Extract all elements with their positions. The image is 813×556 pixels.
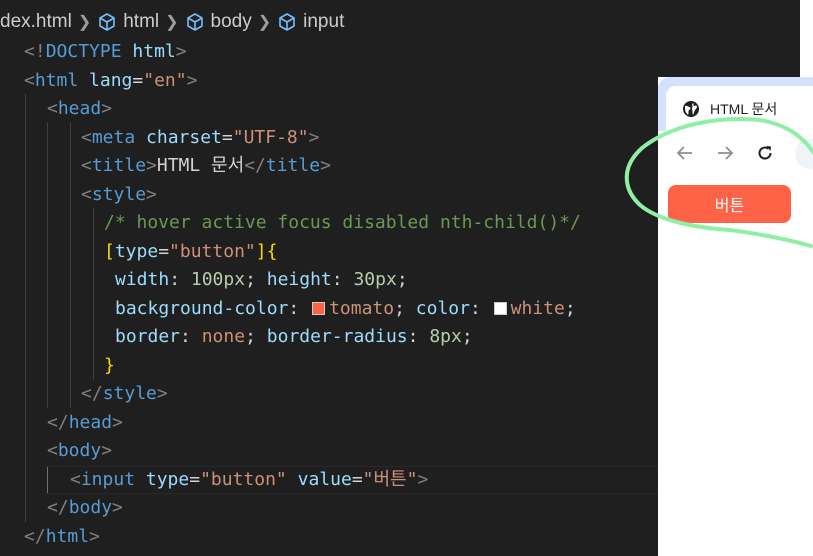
page-viewport: 버튼: [658, 175, 813, 556]
code-line[interactable]: /* hover active focus disabled nth-child…: [104, 209, 581, 237]
code-line[interactable]: <input type="button" value="버튼">: [70, 466, 428, 494]
browser-window: HTML 문서 버튼: [658, 77, 813, 556]
breadcrumb-html[interactable]: html: [123, 11, 159, 33]
breadcrumb-body[interactable]: body: [211, 11, 252, 33]
code-line[interactable]: border: none; border-radius: 8px;: [115, 323, 473, 351]
reload-icon[interactable]: [754, 142, 776, 164]
chevron-right-icon: ❯: [165, 14, 179, 31]
indent-guide: [25, 94, 26, 522]
cube-icon: [186, 13, 203, 31]
code-line[interactable]: <title>HTML 문서</title>: [81, 152, 331, 180]
browser-tab[interactable]: HTML 문서: [666, 86, 813, 131]
code-line[interactable]: </html>: [24, 523, 100, 551]
code-line[interactable]: <meta charset="UTF-8">: [81, 124, 319, 152]
browser-toolbar: [658, 131, 813, 175]
forward-arrow-icon[interactable]: [714, 142, 736, 164]
code-line[interactable]: <body>: [47, 437, 112, 465]
code-line[interactable]: <style>: [81, 181, 157, 209]
demo-button[interactable]: 버튼: [668, 185, 791, 223]
code-line[interactable]: [type="button"]{: [104, 238, 277, 266]
code-line[interactable]: <html lang="en">: [24, 67, 197, 95]
globe-icon: [683, 100, 699, 117]
breadcrumb-file[interactable]: dex.html: [0, 11, 72, 33]
code-line[interactable]: background-color: tomato; color: white;: [115, 295, 576, 323]
chevron-right-icon: ❯: [77, 14, 92, 31]
indent-guide: [47, 122, 48, 408]
code-line[interactable]: </style>: [81, 380, 168, 408]
breadcrumb-input[interactable]: input: [303, 11, 344, 33]
indent-guide: [70, 122, 71, 408]
code-line[interactable]: </body>: [47, 494, 123, 522]
breadcrumb: dex.html ❯ html ❯ body ❯ input: [0, 6, 344, 38]
chevron-right-icon: ❯: [257, 14, 272, 31]
code-line[interactable]: <!DOCTYPE html>: [24, 38, 187, 66]
address-bar[interactable]: [795, 139, 813, 169]
cube-icon: [279, 13, 295, 31]
color-swatch-white[interactable]: [493, 302, 507, 315]
code-line[interactable]: <head>: [47, 95, 112, 123]
tab-strip: HTML 문서: [658, 77, 813, 131]
back-arrow-icon[interactable]: [674, 142, 696, 164]
code-line[interactable]: width: 100px; height: 30px;: [115, 266, 408, 294]
tab-title: HTML 문서: [710, 100, 778, 117]
code-line[interactable]: </head>: [47, 409, 123, 437]
code-line[interactable]: }: [104, 352, 115, 380]
color-swatch-tomato[interactable]: [312, 302, 326, 315]
indent-guide: [93, 208, 94, 380]
cube-icon: [99, 13, 116, 31]
